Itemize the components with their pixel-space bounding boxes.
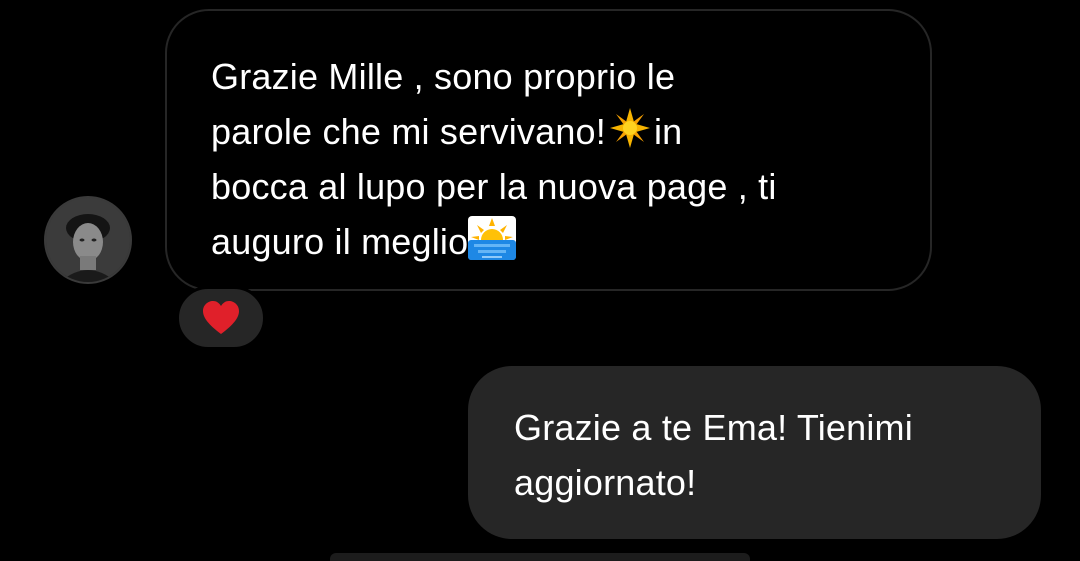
- profile-photo-icon: [46, 198, 130, 282]
- outgoing-message-text: Grazie a te Ema! Tienimi aggiornato!: [514, 400, 1011, 510]
- next-message-edge: [330, 553, 750, 561]
- incoming-line-3: bocca al lupo per la nuova page , ti: [211, 166, 777, 207]
- incoming-line-1: Grazie Mille , sono proprio le: [211, 56, 676, 97]
- heart-reaction[interactable]: [176, 286, 266, 350]
- sunrise-emoji-icon: [468, 216, 517, 260]
- incoming-line-4: auguro il meglio: [211, 221, 469, 262]
- heart-icon: [203, 301, 239, 334]
- incoming-message-text: Grazie Mille , sono proprio le parole che…: [211, 49, 901, 269]
- outgoing-line-1: Grazie a te Ema! Tienimi: [514, 407, 913, 448]
- outgoing-message-bubble[interactable]: Grazie a te Ema! Tienimi aggiornato!: [468, 366, 1041, 539]
- sender-avatar[interactable]: [44, 196, 132, 284]
- incoming-line-2-end: in: [653, 111, 683, 152]
- incoming-line-2-start: parole che mi servivano!: [211, 111, 606, 152]
- incoming-message-bubble[interactable]: Grazie Mille , sono proprio le parole che…: [165, 9, 932, 291]
- sparkle-emoji-icon: [606, 106, 654, 150]
- outgoing-line-2: aggiornato!: [514, 462, 697, 503]
